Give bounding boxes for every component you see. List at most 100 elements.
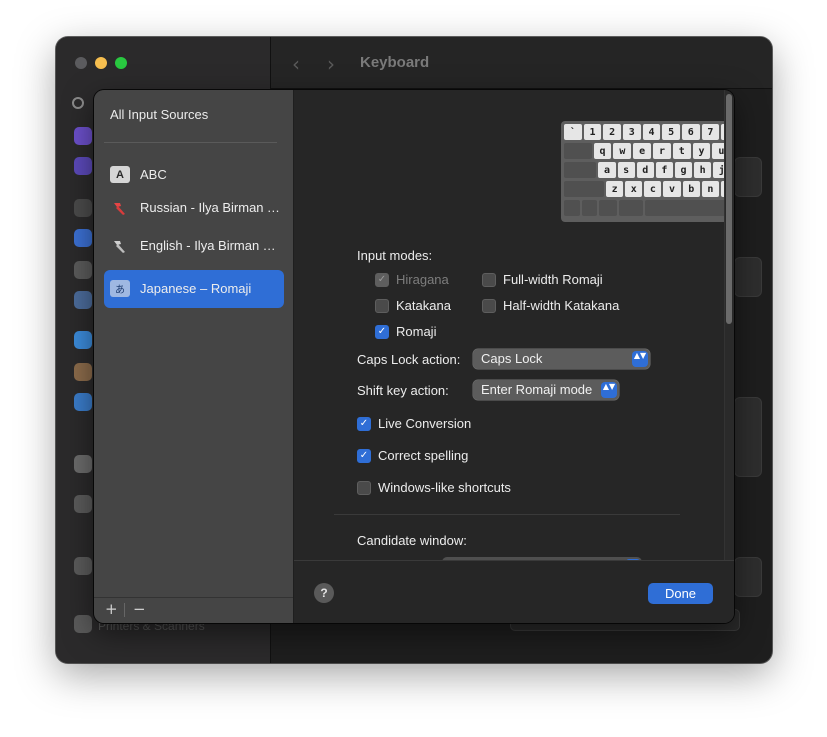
- keyboard-row: `1234567890-=: [564, 124, 734, 141]
- keyboard-key: c: [644, 181, 662, 197]
- keyboard-key: 4: [642, 124, 661, 140]
- candidate-window-label: Candidate window:: [357, 533, 467, 548]
- keyboard-key: `: [564, 124, 582, 140]
- keyboard-key: q: [593, 143, 612, 159]
- printers-icon[interactable]: [74, 615, 92, 633]
- popup-arrows-icon: ▲▼: [632, 351, 648, 367]
- keyboard-key: z: [606, 181, 624, 197]
- source-item-russian[interactable]: Russian - Ilya Birman Typography: [104, 189, 284, 227]
- focus-icon[interactable]: [74, 127, 92, 145]
- done-button[interactable]: Done: [648, 583, 713, 604]
- hammer-icon: [110, 237, 130, 254]
- windows-shortcuts-checkbox[interactable]: [357, 480, 371, 495]
- keyboard-layout-preview: `1234567890-= qwertyuiop[]\ asdfghjkl;' …: [561, 121, 734, 222]
- keyboard-icon[interactable]: [74, 455, 92, 473]
- keyboard-row: qwertyuiop[]\: [564, 143, 734, 160]
- game-center-icon[interactable]: [74, 393, 92, 411]
- caps-lock-action-label: Caps Lock action:: [357, 352, 461, 367]
- passwords-icon[interactable]: [74, 363, 92, 381]
- keyboard-key: v: [663, 181, 681, 197]
- keyboard-key: y: [692, 143, 711, 159]
- shift-key-action-popup[interactable]: Enter Romaji mode ▲▼: [473, 380, 619, 400]
- keyboard-key: b: [682, 181, 700, 197]
- romaji-checkbox[interactable]: ✓: [375, 324, 389, 339]
- caps-lock-action-popup[interactable]: Caps Lock ▲▼: [473, 349, 650, 369]
- back-toolbar: ‹ › Keyboard: [271, 37, 772, 89]
- lock-icon[interactable]: [74, 199, 92, 217]
- popup-arrows-icon: ▲▼: [601, 382, 617, 398]
- keyboard-key: w: [613, 143, 632, 159]
- keyboard-key: x: [625, 181, 643, 197]
- half-width-katakana-label: Half-width Katakana: [503, 298, 620, 313]
- romaji-option[interactable]: ✓ Romaji: [375, 324, 436, 339]
- accounts-icon[interactable]: [74, 291, 92, 309]
- keyboard-key: 5: [662, 124, 680, 140]
- remove-source-button[interactable]: −: [133, 600, 146, 618]
- add-source-button[interactable]: +: [105, 600, 118, 618]
- keyboard-row: asdfghjkl;': [564, 162, 734, 179]
- source-label: English - Ilya Birman Typography: [140, 238, 280, 253]
- keyboard-key-blank: [564, 162, 597, 178]
- katakana-checkbox[interactable]: [375, 298, 389, 313]
- keyboard-key-blank: [644, 200, 734, 216]
- hiragana-checkbox: ✓: [375, 272, 389, 287]
- full-width-romaji-option[interactable]: Full-width Romaji: [482, 272, 603, 287]
- keyboard-key-blank: [618, 200, 643, 216]
- full-width-romaji-checkbox[interactable]: [482, 272, 496, 287]
- window-title: Keyboard: [360, 54, 430, 71]
- trackpad-icon[interactable]: [74, 557, 92, 575]
- back-content-row: [734, 157, 762, 197]
- search-icon[interactable]: [72, 97, 84, 109]
- keyboard-key: g: [674, 162, 693, 178]
- keyboard-key: n: [701, 181, 719, 197]
- internet-accounts-icon[interactable]: [74, 331, 92, 349]
- keyboard-row: zxcvbnm,./: [564, 181, 734, 198]
- caps-lock-action-value: Caps Lock: [481, 351, 543, 366]
- keyboard-key: f: [655, 162, 673, 178]
- input-source-settings: `1234567890-= qwertyuiop[]\ asdfghjkl;' …: [294, 90, 734, 623]
- windows-shortcuts-option[interactable]: Windows-like shortcuts: [357, 480, 511, 495]
- sheet-footer: ? Done: [294, 560, 734, 623]
- back-chevron-icon[interactable]: ‹: [292, 52, 300, 76]
- source-label: Russian - Ilya Birman Typography: [140, 200, 280, 215]
- correct-spelling-option[interactable]: ✓ Correct spelling: [357, 448, 468, 463]
- divider: [94, 597, 293, 598]
- keyboard-key: d: [636, 162, 654, 178]
- correct-spelling-checkbox[interactable]: ✓: [357, 448, 371, 463]
- katakana-option[interactable]: Katakana: [375, 298, 451, 313]
- general-icon[interactable]: [74, 261, 92, 279]
- keyboard-key-blank: [564, 200, 580, 216]
- privacy-icon[interactable]: [74, 229, 92, 247]
- shift-key-action-label: Shift key action:: [357, 383, 449, 398]
- keyboard-key: t: [672, 143, 691, 159]
- forward-chevron-icon[interactable]: ›: [327, 52, 335, 76]
- source-label: Japanese – Romaji: [140, 281, 252, 296]
- minimize-window-button[interactable]: [95, 57, 107, 69]
- divider: [104, 142, 277, 143]
- source-item-english[interactable]: English - Ilya Birman Typography: [104, 227, 284, 265]
- source-label: ABC: [140, 167, 167, 182]
- mouse-icon[interactable]: [74, 495, 92, 513]
- keyboard-key: h: [694, 162, 712, 178]
- input-modes-label: Input modes:: [357, 248, 433, 263]
- zoom-window-button[interactable]: [115, 57, 127, 69]
- input-sources-sheet: All Input Sources A ABC Russian - Ilya B…: [94, 90, 734, 623]
- hiragana-label: Hiragana: [396, 272, 449, 287]
- screen-time-icon[interactable]: [74, 157, 92, 175]
- all-input-sources-header[interactable]: All Input Sources: [110, 107, 208, 122]
- half-width-katakana-checkbox[interactable]: [482, 298, 496, 313]
- scrollbar-thumb[interactable]: [726, 94, 732, 324]
- scrollbar-track[interactable]: [724, 90, 734, 560]
- keyboard-key-blank: [564, 143, 592, 159]
- hiragana-option: ✓ Hiragana: [375, 272, 449, 287]
- keyboard-key: 3: [622, 124, 641, 140]
- keyboard-key: 7: [701, 124, 720, 140]
- close-window-button[interactable]: [75, 57, 87, 69]
- half-width-katakana-option[interactable]: Half-width Katakana: [482, 298, 619, 313]
- japanese-a-icon: あ: [110, 280, 130, 297]
- hammer-icon: [110, 199, 130, 216]
- help-button[interactable]: ?: [314, 583, 334, 603]
- source-item-japanese-romaji[interactable]: あ Japanese – Romaji: [104, 270, 284, 308]
- live-conversion-checkbox[interactable]: ✓: [357, 416, 371, 431]
- live-conversion-option[interactable]: ✓ Live Conversion: [357, 416, 471, 431]
